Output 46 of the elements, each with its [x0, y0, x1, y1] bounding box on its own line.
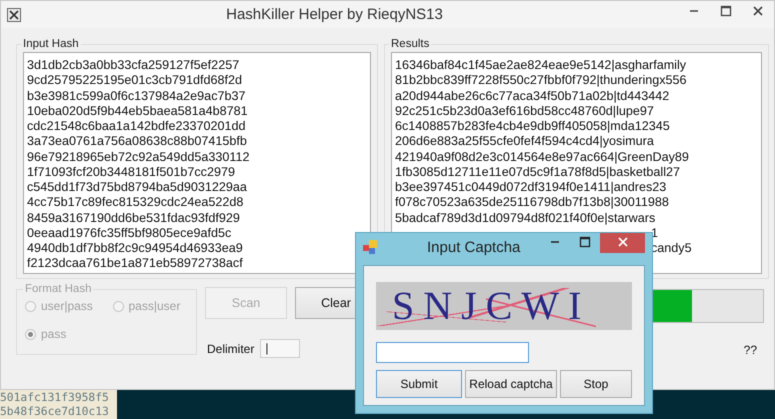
dialog-button[interactable]: Submit [376, 370, 462, 398]
status-text: ?? [744, 343, 757, 357]
hash-line: 0eeaad1976fc35ff5bf9805ece9afd5c [27, 226, 232, 241]
result-line: b3ee397451c0449d072df3194f0e1411|andres23 [395, 180, 666, 196]
hash-line: b3e3981c599a0f6c137984a2e9ac7b37 [27, 88, 246, 104]
hash-line: 10eba020d5f9b44eb5baea581a4b8781 [27, 104, 248, 119]
hash-line: 3a73ea0761a756a08638c88b07415bfb [27, 134, 247, 150]
delimiter-label: Delimiter [207, 342, 254, 356]
dialog-button[interactable]: Reload captcha [465, 370, 557, 398]
hash-line: 1f71093fcf20b3448181f501b7cc2979 [27, 164, 235, 180]
result-line: 5badcaf789d3d1d09794d8f021f40f0e|starwars [395, 210, 656, 226]
close-icon [616, 236, 628, 248]
hash-line: 9cd25795225195e01c3cb791dfd68f2d [27, 73, 242, 88]
result-line: a20d944abe26c6c77aca34f50b71a02b|td443442 [395, 88, 670, 104]
hash-line: 4cc75b17c89fec815329cdc24ea522d8 [27, 195, 244, 210]
maximize-icon [579, 236, 591, 248]
result-line: 16346baf84c1f45ae2ae824eae9e5142|asgharfamily [395, 58, 686, 74]
result-line: 92c251c5b23d0a3ef616bd58cc48760d|lupe97 [395, 104, 654, 119]
dialog-button[interactable]: Stop [560, 370, 632, 398]
hash-line: f2123dcaa761be1a871eb58972738acf [27, 256, 243, 272]
app-icon [363, 240, 377, 254]
hash-line: cdc21548c6baa1a142bdfe23370201dd [27, 119, 246, 134]
group-label: Format Hash [24, 283, 92, 295]
app-icon [7, 8, 21, 22]
result-line: 1fb3085d12711e11e07d5c9f1a78f8d5|basketball27 [395, 164, 680, 180]
result-line: 421940a9f08d2e3c014564e8e97ac664|GreenDay89 [395, 150, 689, 165]
close-icon [752, 5, 764, 17]
delimiter-field[interactable]: | [260, 339, 300, 358]
window-title: HashKiller Helper by RieqyNS13 [225, 6, 444, 23]
terminal-line: 501afc131f3958f5 [0, 391, 110, 405]
hash-line: c545dd1f73d75bd8794ba5d9031229aa [27, 180, 247, 196]
maximize-icon [720, 5, 732, 17]
result-line: 206d6e883a25f55cfe0fef4f594c4cd4|yosimura [395, 134, 654, 150]
result-line: f078c70523a635de25116798db7f13b8|30011988 [395, 195, 669, 210]
result-line: 6c1408857b283fe4cb4e9db9ff405058|mda12345 [395, 119, 670, 134]
terminal-line: 5b48f36ce7d10c13 [0, 405, 110, 419]
group-label: Input Hash [22, 38, 80, 50]
hash-line: 3d1db2cb3a0bb33cfa259127f5ef2257 [27, 58, 240, 74]
result-line: 81b2bbc839ff7228f550c27fbbf0f792|thunderingx556 [395, 73, 687, 88]
group-label: Results [390, 38, 430, 50]
hash-line: 96e79218965eb72c92a549dd5a330112 [27, 150, 250, 165]
dialog-title: Input Captcha [427, 239, 522, 256]
captcha-input[interactable] [376, 342, 529, 363]
hash-line: 4940db1df7bb8f2c9c94954d46933ea9 [27, 241, 243, 256]
close-button[interactable] [600, 233, 645, 253]
hash-line: 8459a3167190dd6be531fdac93fdf929 [27, 210, 240, 226]
